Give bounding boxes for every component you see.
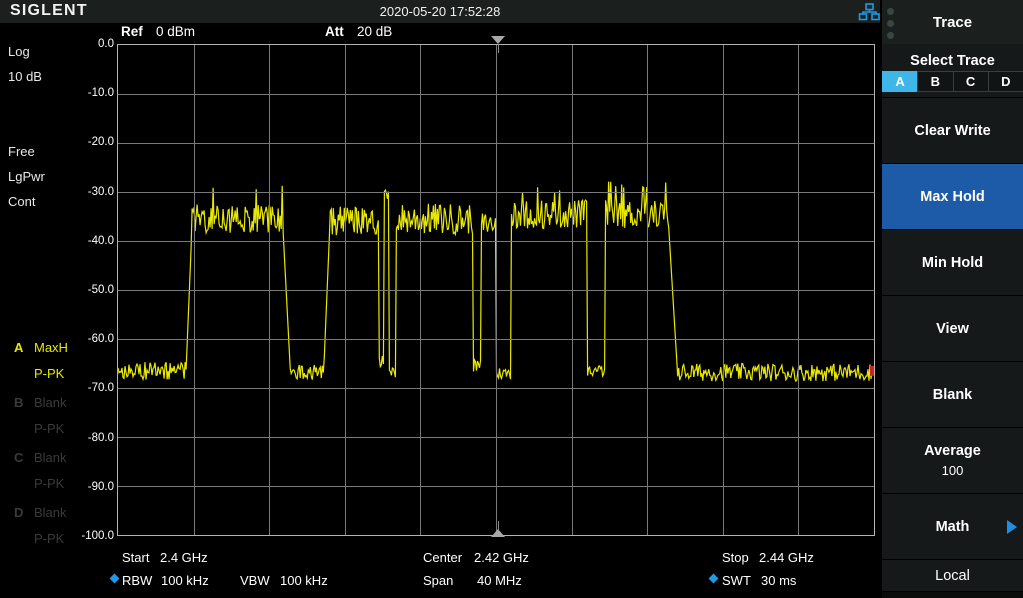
grid-line-horizontal [118,94,874,95]
y-tick-label: -20.0 [88,136,114,148]
y-tick-label: -30.0 [88,186,114,198]
menu-item-max-hold[interactable]: Max Hold [882,164,1023,230]
scale-div-label[interactable]: 10 dB [8,69,42,84]
graticule[interactable] [117,44,875,536]
y-tick-label: -100.0 [81,530,114,542]
center-marker-top-tick [498,44,499,53]
span-label: Span [423,573,453,588]
center-value[interactable]: 2.42 GHz [474,550,529,565]
rbw-auto-indicator-icon [110,574,120,584]
grid-line-horizontal [118,143,874,144]
y-tick-label: -40.0 [88,235,114,247]
center-marker-bottom-tick [498,521,499,531]
trace-button-c[interactable]: C [953,71,989,92]
sweep-mode-label[interactable]: Cont [8,194,35,209]
swt-value[interactable]: 30 ms [761,573,796,588]
title-bar: SIGLENT 2020-05-20 17:52:28 [0,0,880,23]
menu-dots-icon [887,8,894,44]
y-tick-label: -10.0 [88,87,114,99]
rbw-label: RBW [122,573,152,588]
avg-type-label[interactable]: LgPwr [8,169,45,184]
rbw-value[interactable]: 100 kHz [161,573,209,588]
softkey-menu: Trace Select Trace ABCD Clear Write Max H… [882,0,1023,598]
center-label: Center [423,550,462,565]
trace-id: C [14,450,34,465]
trace-id: D [14,505,34,520]
ref-att-row: Ref 0 dBm Att 20 dB [0,24,880,42]
y-tick-label: -50.0 [88,284,114,296]
grid-line-horizontal [118,339,874,340]
y-tick-label: -70.0 [88,382,114,394]
trace-id: A [14,340,34,355]
grid-line-horizontal [118,437,874,438]
start-label: Start [122,550,149,565]
status-bar: Start 2.4 GHz Center 2.42 GHz Stop 2.44 … [0,546,880,598]
trace-id: B [14,395,34,410]
select-trace-label: Select Trace [910,53,995,69]
stop-label: Stop [722,550,749,565]
trace-label-d[interactable]: DBlank [14,505,67,520]
menu-header: Trace [882,0,1023,44]
detector-mode-label[interactable]: Free [8,144,35,159]
grid-line-horizontal [118,388,874,389]
start-value[interactable]: 2.4 GHz [160,550,208,565]
trace-button-d[interactable]: D [988,71,1023,92]
ref-value[interactable]: 0 dBm [156,24,195,39]
span-value[interactable]: 40 MHz [477,573,522,588]
menu-item-label: Clear Write [914,123,990,139]
y-axis-labels: 0.0-10.0-20.0-30.0-40.0-50.0-60.0-70.0-8… [60,44,114,536]
trace-button-b[interactable]: B [917,71,953,92]
menu-item-label: Average [924,443,981,459]
network-icon [858,3,880,21]
menu-item-label: Blank [933,387,973,403]
menu-item-label: Math [936,519,970,535]
vbw-value[interactable]: 100 kHz [280,573,328,588]
ref-label: Ref [121,24,143,39]
grid-line-horizontal [118,241,874,242]
grid-line-horizontal [118,486,874,487]
trace-label-b[interactable]: BBlank [14,395,67,410]
spectrum-analyzer-screen: SIGLENT 2020-05-20 17:52:28 Ref 0 dBm At… [0,0,1023,598]
menu-item-math[interactable]: Math [882,494,1023,560]
trace-label-c[interactable]: CBlank [14,450,67,465]
menu-item-min-hold[interactable]: Min Hold [882,230,1023,296]
menu-item-label: View [936,321,969,337]
menu-item-average[interactable]: Average 100 [882,428,1023,494]
swt-label: SWT [722,573,751,588]
grid-line-horizontal [118,192,874,193]
local-label: Local [935,568,970,584]
menu-item-view[interactable]: View [882,296,1023,362]
y-tick-label: -60.0 [88,333,114,345]
menu-item-clear-write[interactable]: Clear Write [882,98,1023,164]
menu-item-label: Max Hold [920,189,984,205]
menu-title: Trace [933,14,972,31]
att-value[interactable]: 20 dB [357,24,392,39]
submenu-arrow-icon [1007,520,1017,534]
vbw-label: VBW [240,573,270,588]
swt-auto-indicator-icon [709,574,719,584]
scale-type-label[interactable]: Log [8,44,30,59]
select-trace-block: Select Trace ABCD [882,44,1023,98]
trace-selector-group[interactable]: ABCD [882,71,1023,92]
y-tick-label: -80.0 [88,432,114,444]
datetime-display: 2020-05-20 17:52:28 [0,4,880,19]
att-label: Att [325,24,344,39]
grid-line-horizontal [118,290,874,291]
menu-item-blank[interactable]: Blank [882,362,1023,428]
stop-value[interactable]: 2.44 GHz [759,550,814,565]
y-tick-label: 0.0 [98,38,114,50]
y-tick-label: -90.0 [88,481,114,493]
local-button[interactable]: Local [882,560,1023,592]
menu-item-value: 100 [942,463,964,478]
menu-item-label: Min Hold [922,255,983,271]
menu-item-list: Clear Write Max Hold Min Hold View Blank Aver… [882,98,1023,560]
trace-button-a[interactable]: A [882,71,918,92]
center-marker-top-icon [491,36,505,44]
